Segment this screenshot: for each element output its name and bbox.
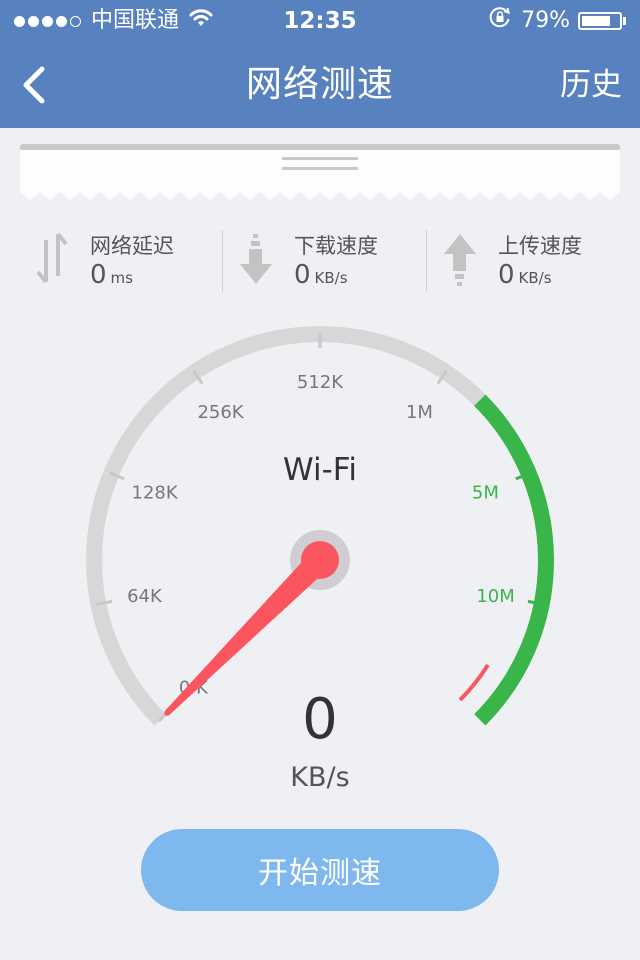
- latency-stat: 网络延迟 0 ms: [34, 226, 214, 296]
- battery-percent: 79%: [521, 8, 570, 33]
- download-number: 0: [294, 260, 311, 290]
- download-label: 下载速度: [294, 234, 378, 258]
- upload-stat: 上传速度 0 KB/s: [442, 226, 622, 296]
- speed-gauge: Wi-Fi 0 K64K128K256K512K1M5M10M: [86, 326, 554, 726]
- up-down-arrows-icon: [36, 232, 68, 284]
- gauge-track: [86, 326, 486, 726]
- page-title: 网络测速: [245, 64, 394, 105]
- gauge-tick-label: 512K: [297, 372, 344, 393]
- status-bar-right: 79%: [489, 6, 626, 36]
- battery-icon: [578, 12, 626, 30]
- upload-arrow-icon: [444, 234, 476, 286]
- app-header: 中国联通 12:35 79% 网络测速 历史: [0, 0, 640, 128]
- start-test-button[interactable]: 开始测速: [141, 829, 499, 911]
- download-value: 0 KB/s: [294, 260, 348, 290]
- upload-unit: KB/s: [518, 269, 552, 287]
- history-button[interactable]: 历史: [560, 58, 622, 112]
- upload-value: 0 KB/s: [498, 260, 552, 290]
- gauge-tick-label: 1M: [406, 402, 433, 423]
- download-stat: 下载速度 0 KB/s: [238, 226, 418, 296]
- speed-value: 0: [302, 687, 338, 752]
- upload-label: 上传速度: [498, 234, 582, 258]
- notice-panel: [20, 144, 620, 206]
- latency-value: 0 ms: [90, 260, 133, 290]
- gauge-tick-label: 5M: [472, 482, 499, 503]
- gauge-high-range: [474, 394, 554, 726]
- gauge-tick-label: 10M: [476, 586, 514, 607]
- divider: [222, 230, 223, 292]
- rotation-lock-icon: [489, 6, 511, 37]
- needle-cap: [301, 541, 339, 579]
- download-arrow-icon: [240, 234, 272, 284]
- latency-label: 网络延迟: [90, 234, 174, 258]
- gauge-tick-label: 64K: [127, 586, 163, 607]
- divider: [426, 230, 427, 292]
- speed-unit: KB/s: [290, 762, 350, 793]
- drag-handle-line: [282, 157, 358, 160]
- latency-unit: ms: [110, 269, 133, 287]
- network-type-label: Wi-Fi: [283, 452, 357, 488]
- drag-handle-line: [282, 167, 358, 170]
- upload-number: 0: [498, 260, 515, 290]
- gauge-tick-label: 128K: [132, 482, 179, 503]
- download-unit: KB/s: [314, 269, 348, 287]
- latency-number: 0: [90, 260, 107, 290]
- gauge-tick-label: 256K: [197, 402, 244, 423]
